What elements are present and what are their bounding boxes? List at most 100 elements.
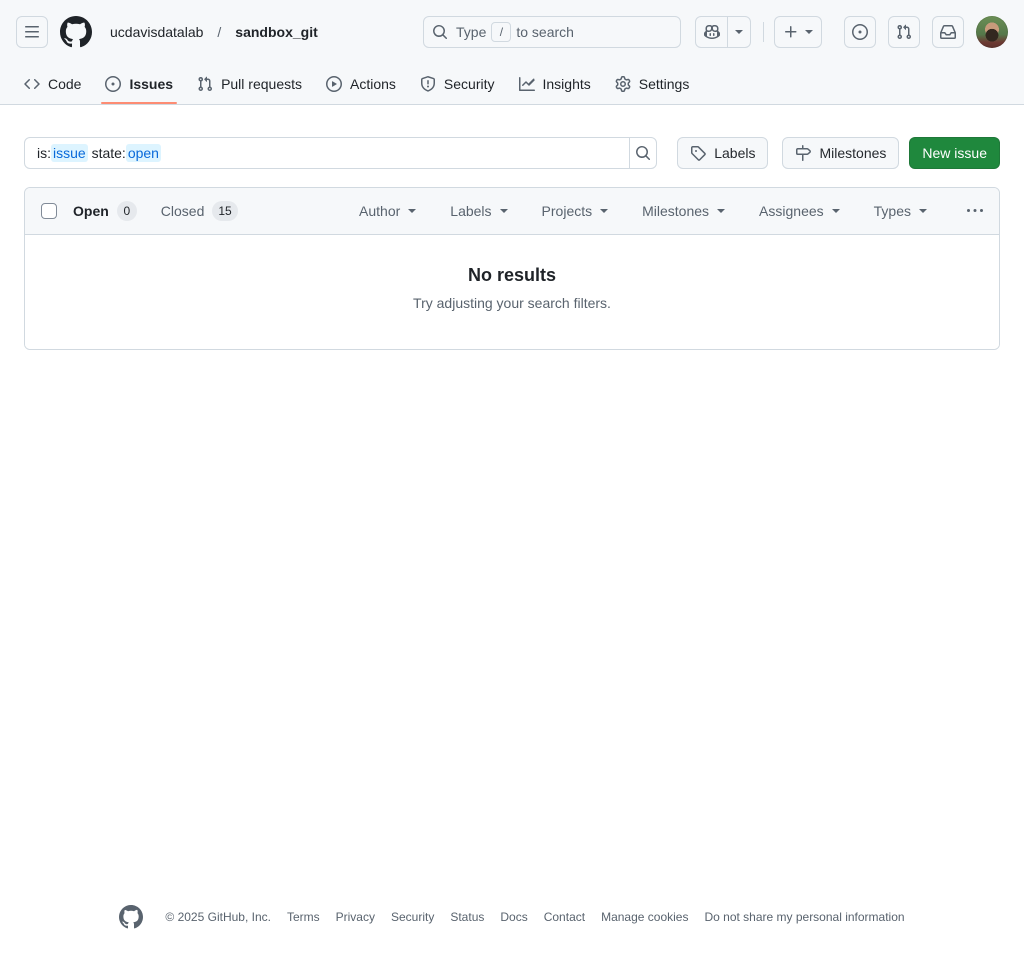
footer-link-do-not-share[interactable]: Do not share my personal information xyxy=(704,910,904,924)
footer-link-contact[interactable]: Contact xyxy=(544,910,585,924)
tab-label: Settings xyxy=(639,76,690,92)
user-avatar[interactable] xyxy=(976,16,1008,48)
types-filter-dropdown[interactable]: Types xyxy=(874,203,927,219)
query-token: is: xyxy=(37,145,51,161)
tab-label: Insights xyxy=(543,76,591,92)
copilot-button[interactable] xyxy=(696,17,728,47)
github-logo[interactable] xyxy=(60,16,92,48)
milestones-filter-dropdown[interactable]: Milestones xyxy=(642,203,725,219)
empty-state-title: No results xyxy=(41,265,983,286)
github-footer-logo[interactable] xyxy=(119,905,143,929)
inbox-icon xyxy=(940,24,956,40)
copilot-icon xyxy=(704,24,720,40)
footer-link-privacy[interactable]: Privacy xyxy=(336,910,375,924)
play-icon xyxy=(326,76,342,92)
git-pull-request-icon xyxy=(896,24,912,40)
projects-filter-dropdown[interactable]: Projects xyxy=(542,203,609,219)
footer-link-terms[interactable]: Terms xyxy=(287,910,320,924)
gear-icon xyxy=(615,76,631,92)
new-issue-button[interactable]: New issue xyxy=(909,137,1000,169)
issue-opened-icon xyxy=(105,76,121,92)
closed-label: Closed xyxy=(161,203,205,219)
hamburger-menu-button[interactable] xyxy=(16,16,48,48)
plus-icon xyxy=(783,24,799,40)
copilot-split-button xyxy=(695,16,751,48)
footer-link-security[interactable]: Security xyxy=(391,910,434,924)
git-pull-request-icon xyxy=(197,76,213,92)
breadcrumb-repo[interactable]: sandbox_git xyxy=(229,20,323,44)
more-options-button[interactable] xyxy=(967,203,983,219)
new-issue-button-label: New issue xyxy=(922,145,987,161)
search-icon xyxy=(635,145,651,161)
footer-link-manage-cookies[interactable]: Manage cookies xyxy=(601,910,688,924)
inbox-button[interactable] xyxy=(932,16,964,48)
main-content: is:issue state:open Labels Milesto xyxy=(0,105,1024,350)
tab-label: Code xyxy=(48,76,81,92)
author-filter-dropdown[interactable]: Author xyxy=(359,203,416,219)
footer-copyright: © 2025 GitHub, Inc. xyxy=(165,910,271,924)
chevron-down-icon xyxy=(832,209,840,213)
footer-link-docs[interactable]: Docs xyxy=(500,910,527,924)
code-icon xyxy=(24,76,40,92)
labels-button[interactable]: Labels xyxy=(677,137,768,169)
issues-list-header: Open 0 Closed 15 Author Labels Projects xyxy=(25,188,999,235)
tab-label: Actions xyxy=(350,76,396,92)
chevron-down-icon xyxy=(600,209,608,213)
global-search-input[interactable]: Type / to search xyxy=(423,16,681,48)
milestones-button[interactable]: Milestones xyxy=(782,137,899,169)
issues-filter-bar: is:issue state:open Labels Milesto xyxy=(24,137,1000,169)
page: ucdavisdatalab / sandbox_git Type / to s… xyxy=(0,0,1024,968)
breadcrumb: ucdavisdatalab / sandbox_git xyxy=(104,20,324,44)
header-divider xyxy=(763,22,764,42)
tab-insights[interactable]: Insights xyxy=(511,64,599,104)
open-count-badge: 0 xyxy=(117,201,137,221)
repo-tab-nav: Code Issues Pull requests Actions Securi… xyxy=(0,64,1024,105)
issue-opened-icon xyxy=(852,24,868,40)
closed-count-badge: 15 xyxy=(212,201,237,221)
closed-issues-filter[interactable]: Closed 15 xyxy=(161,201,238,221)
labels-filter-dropdown[interactable]: Labels xyxy=(450,203,507,219)
chevron-down-icon xyxy=(735,30,743,34)
issues-list-container: Open 0 Closed 15 Author Labels Projects xyxy=(24,187,1000,350)
issues-search-submit-button[interactable] xyxy=(629,137,657,169)
issues-search-input[interactable]: is:issue state:open xyxy=(24,137,630,169)
query-token-highlighted: open xyxy=(126,144,161,162)
issues-dashboard-button[interactable] xyxy=(844,16,876,48)
select-all-checkbox[interactable] xyxy=(41,203,57,219)
shield-icon xyxy=(420,76,436,92)
create-new-button[interactable] xyxy=(774,16,822,48)
tab-security[interactable]: Security xyxy=(412,64,503,104)
slash-key-hint: / xyxy=(491,22,511,42)
search-placeholder: Type / to search xyxy=(456,22,574,42)
tab-label: Issues xyxy=(129,76,173,92)
chevron-down-icon xyxy=(408,209,416,213)
assignees-filter-dropdown[interactable]: Assignees xyxy=(759,203,840,219)
three-bars-icon xyxy=(24,24,40,40)
chevron-down-icon xyxy=(717,209,725,213)
kebab-horizontal-icon xyxy=(967,203,983,219)
tab-issues[interactable]: Issues xyxy=(97,64,181,104)
open-issues-filter[interactable]: Open 0 xyxy=(73,201,137,221)
copilot-dropdown-button[interactable] xyxy=(728,17,750,47)
query-token: state: xyxy=(88,145,126,161)
page-footer: © 2025 GitHub, Inc. Terms Privacy Securi… xyxy=(0,905,1024,968)
search-icon xyxy=(432,24,448,40)
tab-actions[interactable]: Actions xyxy=(318,64,404,104)
footer-link-status[interactable]: Status xyxy=(450,910,484,924)
empty-state-subtitle: Try adjusting your search filters. xyxy=(41,295,983,311)
chevron-down-icon xyxy=(805,30,813,34)
open-label: Open xyxy=(73,203,109,219)
tab-pull-requests[interactable]: Pull requests xyxy=(189,64,310,104)
graph-icon xyxy=(519,76,535,92)
tab-settings[interactable]: Settings xyxy=(607,64,698,104)
pull-requests-dashboard-button[interactable] xyxy=(888,16,920,48)
app-header: ucdavisdatalab / sandbox_git Type / to s… xyxy=(0,0,1024,64)
breadcrumb-org[interactable]: ucdavisdatalab xyxy=(104,20,209,44)
query-token-highlighted: issue xyxy=(51,144,88,162)
empty-state: No results Try adjusting your search fil… xyxy=(25,235,999,349)
query-group: is:issue state:open xyxy=(24,137,657,169)
chevron-down-icon xyxy=(919,209,927,213)
list-filter-dropdowns: Author Labels Projects Milestones Assign… xyxy=(359,203,983,219)
tab-code[interactable]: Code xyxy=(16,64,89,104)
chevron-down-icon xyxy=(500,209,508,213)
